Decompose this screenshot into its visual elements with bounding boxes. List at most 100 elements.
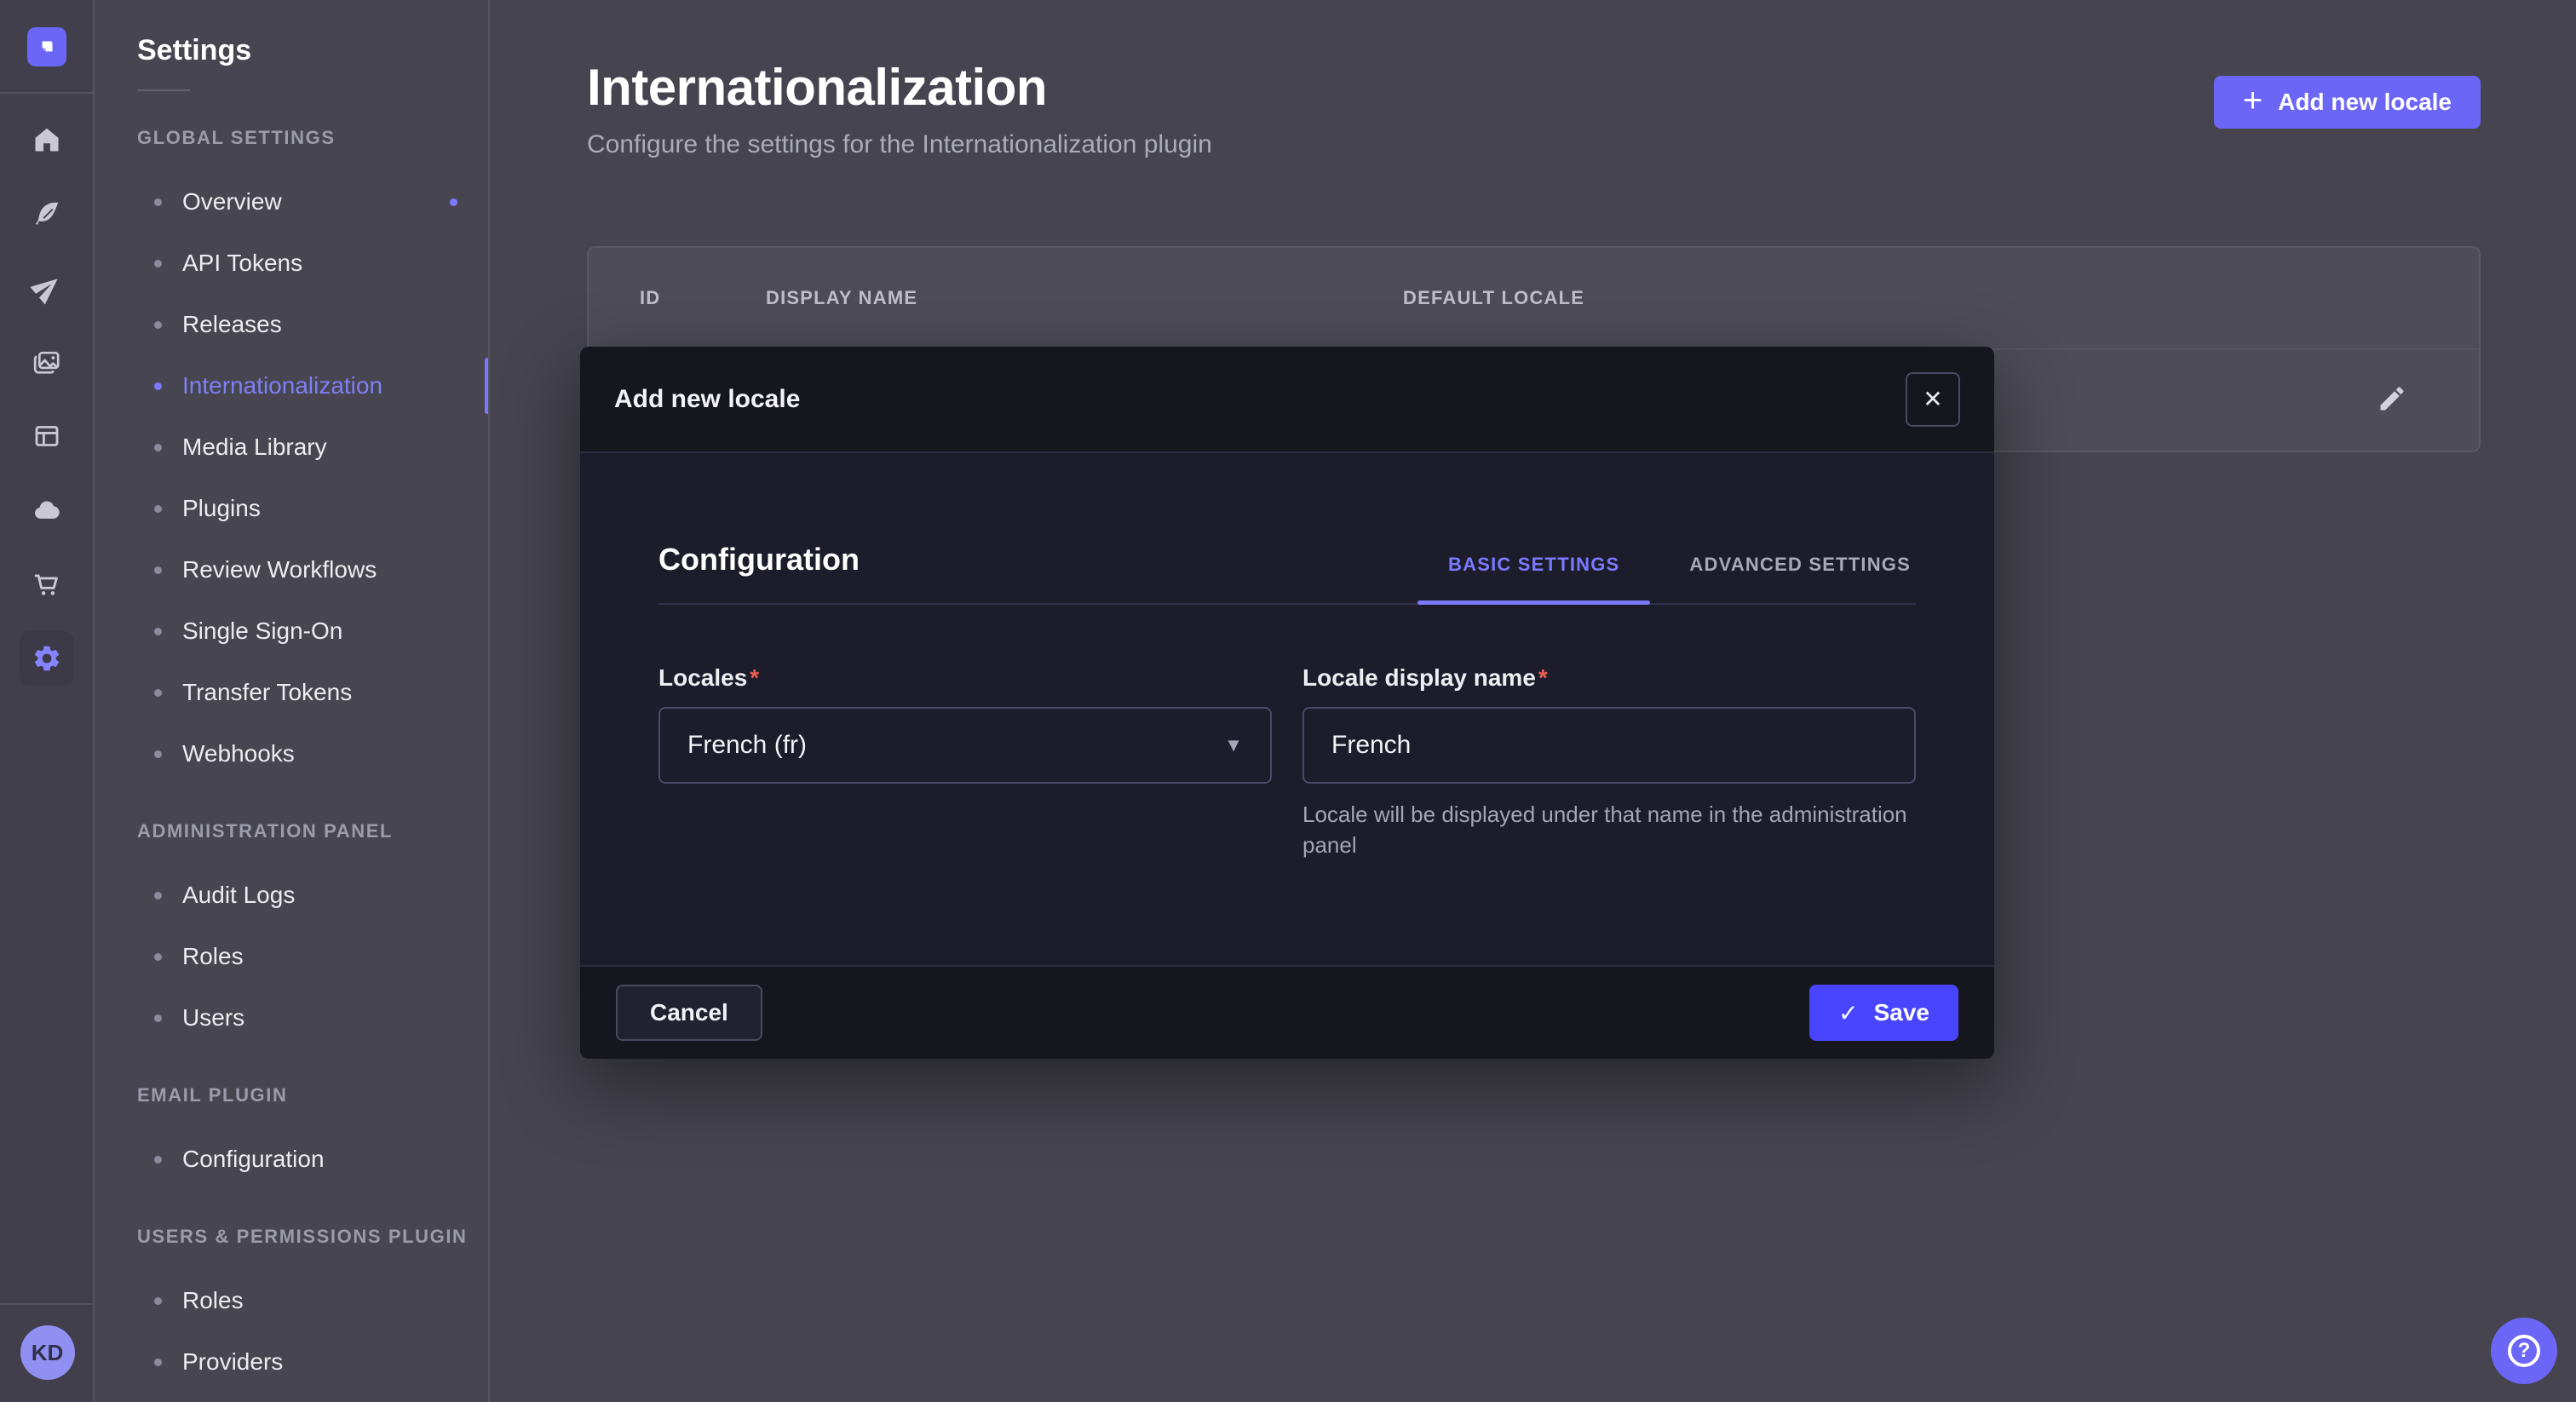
modal-title: Add new locale [614, 385, 800, 414]
sidebar-item-review-workflows[interactable]: Review Workflows [95, 539, 488, 600]
bullet-icon [154, 260, 162, 267]
add-new-locale-label: Add new locale [2278, 89, 2452, 116]
users-permissions-list: Roles Providers [95, 1270, 488, 1393]
column-header-display-name: DISPLAY NAME [766, 287, 1403, 309]
sidebar-title-divider [137, 89, 190, 91]
bullet-icon [154, 689, 162, 697]
settings-gear-icon[interactable] [20, 631, 74, 686]
settings-tabs: BASIC SETTINGS ADVANCED SETTINGS [1443, 553, 1916, 603]
save-button-label: Save [1874, 999, 1929, 1026]
bullet-icon [154, 1014, 162, 1022]
modal-header: Add new locale ✕ [580, 347, 1994, 453]
question-mark-icon: ? [2508, 1335, 2540, 1367]
email-plugin-list: Configuration [95, 1129, 488, 1190]
bullet-icon [154, 628, 162, 635]
sidebar-item-up-roles[interactable]: Roles [95, 1270, 488, 1331]
administration-panel-list: Audit Logs Roles Users [95, 865, 488, 1049]
strapi-logo-icon [36, 36, 58, 58]
page-subtitle: Configure the settings for the Internati… [587, 130, 2576, 159]
add-new-locale-modal: Add new locale ✕ Configuration BASIC SET… [580, 347, 1994, 1059]
rail-bottom: KD [0, 1303, 95, 1402]
sidebar-item-single-sign-on[interactable]: Single Sign-On [95, 600, 488, 662]
sidebar-item-plugins[interactable]: Plugins [95, 478, 488, 539]
bullet-icon [154, 750, 162, 758]
bullet-icon [154, 953, 162, 961]
deploy-send-icon[interactable] [20, 261, 74, 315]
sidebar-item-audit-logs[interactable]: Audit Logs [95, 865, 488, 926]
display-name-label: Locale display name* [1302, 664, 1916, 692]
sidebar-title: Settings [137, 34, 488, 67]
modal-close-button[interactable]: ✕ [1906, 372, 1960, 427]
cancel-button[interactable]: Cancel [616, 985, 762, 1041]
sidebar-item-admin-users[interactable]: Users [95, 987, 488, 1049]
locales-label: Locales* [658, 664, 1272, 692]
check-icon: ✓ [1838, 999, 1858, 1027]
global-settings-list: Overview API Tokens Releases Internation… [95, 171, 488, 784]
section-label-users-permissions-plugin: USERS & PERMISSIONS PLUGIN [137, 1226, 488, 1248]
add-new-locale-button[interactable]: + Add new locale [2214, 76, 2481, 129]
section-label-global-settings: GLOBAL SETTINGS [137, 127, 488, 149]
user-avatar[interactable]: KD [20, 1325, 75, 1380]
strapi-logo[interactable] [27, 27, 66, 66]
sidebar-item-api-tokens[interactable]: API Tokens [95, 233, 488, 294]
main-nav-rail: KD [0, 0, 95, 1402]
settings-sidebar: Settings GLOBAL SETTINGS Overview API To… [95, 0, 490, 1402]
configuration-header: Configuration BASIC SETTINGS ADVANCED SE… [658, 542, 1916, 605]
section-label-administration-panel: ADMINISTRATION PANEL [137, 820, 488, 842]
media-library-icon[interactable] [20, 335, 74, 389]
sidebar-item-transfer-tokens[interactable]: Transfer Tokens [95, 662, 488, 723]
configuration-title: Configuration [658, 542, 860, 577]
content-manager-feather-icon[interactable] [20, 187, 74, 241]
sidebar-item-overview[interactable]: Overview [95, 171, 488, 233]
display-name-input-value: French [1331, 731, 1411, 760]
close-icon: ✕ [1923, 385, 1942, 413]
notification-dot [450, 198, 457, 206]
column-header-default-locale: DEFAULT LOCALE [1403, 287, 2428, 309]
sidebar-item-up-providers[interactable]: Providers [95, 1331, 488, 1393]
display-name-hint: Locale will be displayed under that name… [1302, 799, 1916, 860]
bullet-icon [154, 444, 162, 451]
bullet-icon [154, 321, 162, 329]
cloud-icon[interactable] [20, 483, 74, 537]
sidebar-item-releases[interactable]: Releases [95, 294, 488, 355]
locales-select-value: French (fr) [687, 731, 807, 760]
chevron-down-icon: ▼ [1224, 734, 1243, 756]
sidebar-item-admin-roles[interactable]: Roles [95, 926, 488, 987]
locales-select[interactable]: French (fr) ▼ [658, 707, 1272, 784]
bullet-icon [154, 1156, 162, 1164]
bullet-icon [154, 505, 162, 513]
sidebar-item-media-library[interactable]: Media Library [95, 417, 488, 478]
display-name-field: Locale display name* French Locale will … [1302, 664, 1916, 860]
modal-footer: Cancel ✓ Save [580, 965, 1994, 1059]
required-asterisk: * [750, 664, 759, 691]
tab-basic-settings[interactable]: BASIC SETTINGS [1443, 553, 1624, 603]
locales-field: Locales* French (fr) ▼ [658, 664, 1272, 860]
column-header-id: ID [640, 287, 766, 309]
sidebar-item-email-configuration[interactable]: Configuration [95, 1129, 488, 1190]
required-asterisk: * [1538, 664, 1548, 691]
sidebar-item-internationalization[interactable]: Internationalization [95, 355, 488, 417]
bullet-icon [154, 892, 162, 899]
pencil-icon [2377, 383, 2407, 414]
bullet-icon [154, 198, 162, 206]
bullet-icon [154, 566, 162, 574]
save-button[interactable]: ✓ Save [1809, 985, 1958, 1041]
edit-locale-button[interactable] [2377, 383, 2428, 417]
bullet-icon [154, 1359, 162, 1366]
bullet-icon [154, 382, 162, 390]
bullet-icon [154, 1297, 162, 1305]
rail-bottom-divider [0, 1303, 95, 1305]
modal-form-fields: Locales* French (fr) ▼ Locale display na… [658, 664, 1916, 860]
content-type-builder-icon[interactable] [20, 409, 74, 463]
rail-divider [0, 92, 94, 94]
display-name-input[interactable]: French [1302, 707, 1916, 784]
tab-advanced-settings[interactable]: ADVANCED SETTINGS [1684, 553, 1916, 603]
plus-icon: + [2243, 83, 2263, 118]
sidebar-item-webhooks[interactable]: Webhooks [95, 723, 488, 784]
rail-icon-list [20, 112, 74, 705]
help-button[interactable]: ? [2491, 1318, 2557, 1384]
modal-body: Configuration BASIC SETTINGS ADVANCED SE… [580, 453, 1994, 965]
app-root: KD Settings GLOBAL SETTINGS Overview API… [0, 0, 2576, 1402]
marketplace-cart-icon[interactable] [20, 557, 74, 612]
home-icon[interactable] [20, 112, 74, 167]
